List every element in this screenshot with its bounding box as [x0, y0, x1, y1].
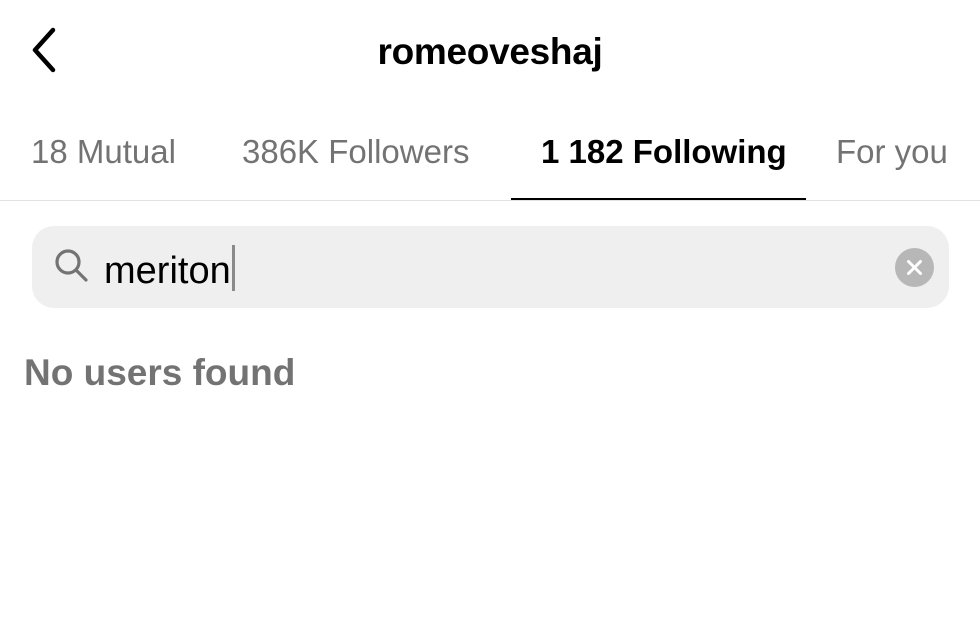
search-input-value: meriton: [104, 250, 231, 292]
tab-for-you[interactable]: For you: [836, 132, 948, 172]
clear-icon: [907, 260, 922, 275]
no-results-message: No users found: [24, 352, 296, 393]
clear-search-button[interactable]: [895, 248, 934, 287]
tab-following[interactable]: 1 182 Following: [541, 132, 787, 172]
tab-followers[interactable]: 386K Followers: [242, 132, 469, 172]
profile-username: romeoveshaj: [377, 31, 603, 72]
active-tab-indicator: [511, 198, 806, 200]
top-bar: romeoveshaj: [0, 0, 980, 104]
relationship-tabs: 18 Mutual 386K Followers 1 182 Following…: [0, 112, 980, 201]
search-icon: [55, 249, 88, 282]
text-caret: [231, 245, 235, 291]
search-input[interactable]: meriton: [104, 245, 235, 293]
search-field[interactable]: meriton: [32, 226, 949, 308]
tab-mutual[interactable]: 18 Mutual: [31, 132, 176, 172]
